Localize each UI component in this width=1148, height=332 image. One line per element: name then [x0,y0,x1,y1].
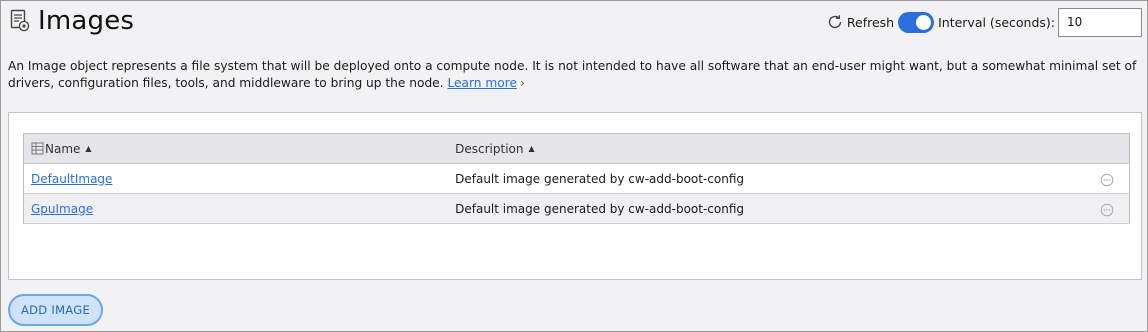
toggle-knob [916,14,932,30]
table-header-row: Name ▲ Description ▲ [23,133,1130,164]
chevron-right-icon: › [519,76,525,90]
more-options-icon[interactable] [1100,173,1114,187]
learn-more-link[interactable]: Learn more [447,76,517,90]
interval-label: Interval (seconds): [938,14,1055,30]
column-picker-icon[interactable] [31,142,44,155]
table-row[interactable]: DefaultImage Default image generated by … [23,163,1130,194]
cell-name: DefaultImage [23,163,447,194]
description-text: An Image object represents a file system… [8,59,1137,90]
sort-ascending-icon[interactable]: ▲ [85,144,91,153]
page-header: Images [9,5,134,37]
page-title: Images [38,6,135,36]
page-description: An Image object represents a file system… [8,58,1142,92]
column-description-label: Description [455,141,524,156]
image-name-link[interactable]: GpuImage [31,202,93,216]
auto-refresh-toggle[interactable] [898,11,935,33]
column-header-actions [1085,133,1130,164]
images-table: Name ▲ Description ▲ DefaultImage Defaul… [23,133,1130,224]
column-header-description[interactable]: Description ▲ [446,133,1086,164]
interval-input[interactable] [1058,7,1142,37]
cell-actions [1085,193,1130,224]
refresh-controls: Refresh Interval (seconds): [826,7,1142,37]
image-name-link[interactable]: DefaultImage [31,172,112,186]
add-image-button[interactable]: ADD IMAGE [8,294,103,326]
column-header-name[interactable]: Name ▲ [23,133,447,164]
more-options-icon[interactable] [1100,203,1114,217]
cell-actions [1085,163,1130,194]
cell-name: GpuImage [23,193,447,224]
images-panel: Name ▲ Description ▲ DefaultImage Defaul… [8,112,1142,280]
table-row[interactable]: GpuImage Default image generated by cw-a… [23,193,1130,224]
refresh-icon[interactable] [826,13,844,31]
refresh-label: Refresh [846,14,895,30]
document-gear-icon [9,9,31,33]
images-page: Images Refresh Interval (seconds): An Im… [0,0,1148,332]
sort-ascending-icon[interactable]: ▲ [528,144,534,153]
column-name-label: Name [45,141,81,156]
cell-description: Default image generated by cw-add-boot-c… [446,163,1086,194]
cell-description: Default image generated by cw-add-boot-c… [446,193,1086,224]
